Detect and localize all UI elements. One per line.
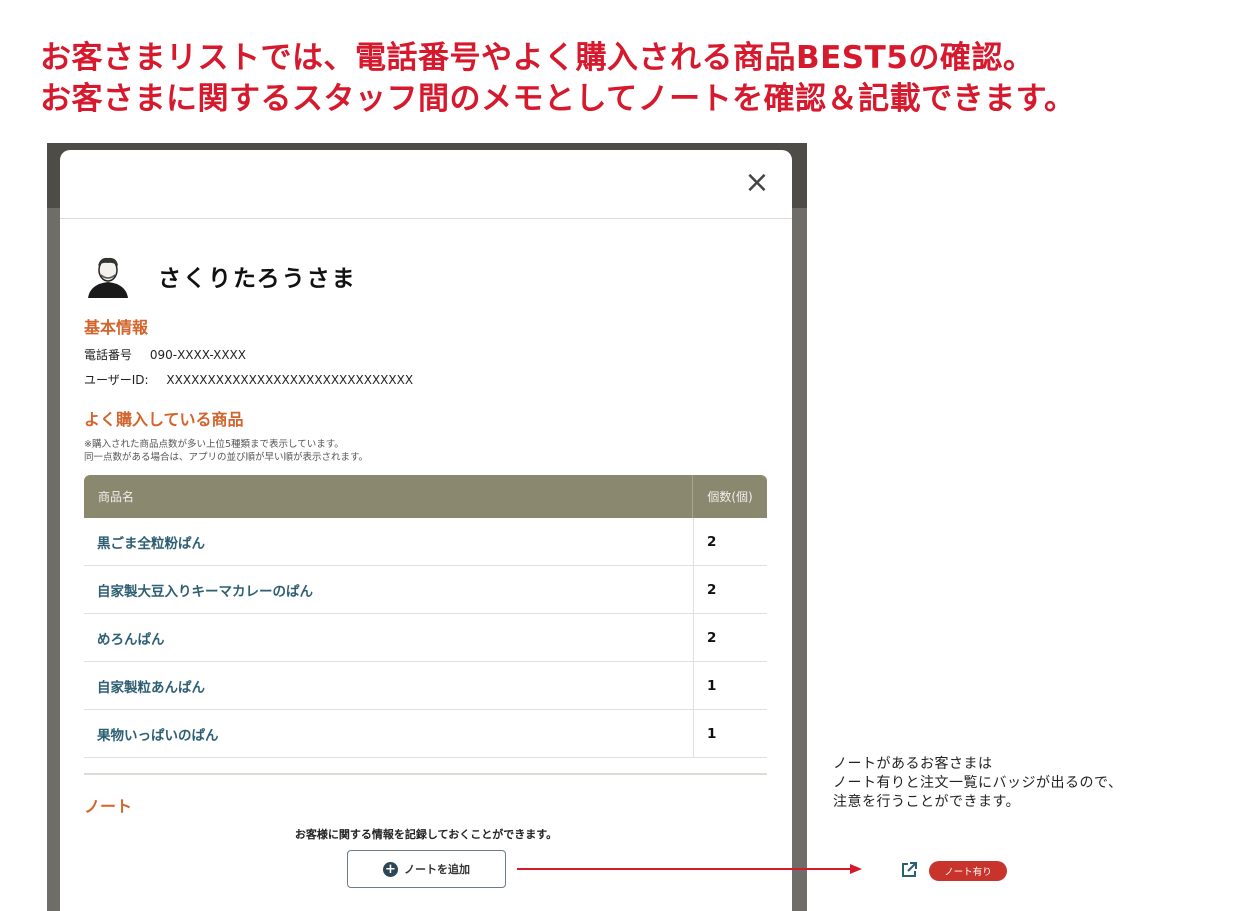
side-line-3: 注意を行うことができます。 — [833, 794, 1021, 810]
customer-profile: さくりたろうさま — [86, 254, 357, 298]
basic-info-title: 基本情報 — [84, 318, 149, 337]
headline-line-2: お客さまに関するスタッフ間のメモとしてノートを確認＆記載できます。 — [40, 81, 1076, 117]
product-name[interactable]: めろんぱん — [84, 628, 693, 648]
product-name[interactable]: 自家製大豆入りキーマカレーのぱん — [84, 580, 693, 600]
plus-circle-icon: + — [383, 861, 398, 877]
avatar — [86, 254, 130, 298]
products-note-line-2: 同一点数がある場合は、アプリの並び順が早い順が表示されます。 — [84, 452, 369, 463]
table-row: めろんぱん 2 — [84, 614, 767, 662]
header-quantity: 個数(個) — [692, 475, 767, 518]
product-name[interactable]: 自家製粒あんぱん — [84, 676, 693, 696]
close-button[interactable]: × — [742, 168, 772, 198]
phone-label: 電話番号 — [84, 348, 133, 362]
product-qty: 2 — [693, 614, 767, 661]
add-note-label: ノートを追加 — [404, 863, 470, 876]
products-table: 商品名 個数(個) 黒ごま全粒粉ぱん 2 自家製大豆入りキーマカレーのぱん 2 … — [84, 475, 767, 758]
table-row: 自家製大豆入りキーマカレーのぱん 2 — [84, 566, 767, 614]
product-qty: 2 — [693, 518, 767, 565]
table-header: 商品名 個数(個) — [84, 475, 767, 518]
product-qty: 1 — [693, 710, 767, 757]
product-name[interactable]: 果物いっぱいのぱん — [84, 724, 693, 744]
note-badge: ノート有り — [929, 861, 1007, 881]
table-row: 自家製粒あんぱん 1 — [84, 662, 767, 710]
modal-header: × — [60, 150, 792, 219]
userid-value: XXXXXXXXXXXXXXXXXXXXXXXXXXXXXX — [166, 373, 414, 387]
table-row: 果物いっぱいのぱん 1 — [84, 710, 767, 758]
customer-name: さくりたろうさま — [158, 266, 357, 292]
headline: お客さまリストでは、電話番号やよく購入される商品BEST5の確認。 お客さまに関… — [40, 38, 1220, 120]
note-description: お客様に関する情報を記録しておくことができます。 — [294, 828, 558, 841]
table-row: 黒ごま全粒粉ぱん 2 — [84, 518, 767, 566]
note-title: ノート — [84, 797, 133, 816]
products-note-line-1: ※購入された商品点数が多い上位5種類まで表示しています。 — [84, 439, 344, 450]
product-qty: 1 — [693, 662, 767, 709]
header-product-name: 商品名 — [98, 490, 135, 504]
headline-line-1: お客さまリストでは、電話番号やよく購入される商品BEST5の確認。 — [40, 40, 1035, 76]
side-explanation: ノートがあるお客さまは ノート有りと注文一覧にバッジが出るので、 注意を行うこと… — [833, 755, 1122, 812]
section-divider — [84, 773, 767, 775]
pointer-arrow-head — [850, 864, 862, 874]
product-qty: 2 — [693, 566, 767, 613]
external-link-icon[interactable] — [900, 861, 918, 879]
userid-row: ユーザーID: XXXXXXXXXXXXXXXXXXXXXXXXXXXXXX — [84, 371, 413, 388]
phone-value: 090-XXXX-XXXX — [149, 348, 246, 362]
add-note-button[interactable]: + ノートを追加 — [347, 850, 506, 888]
customer-detail-modal: × さくりたろうさま 基本情報 電話番号 090-XXXX-XXXX ユーザーI… — [60, 150, 792, 911]
phone-row: 電話番号 090-XXXX-XXXX — [84, 346, 246, 363]
products-title: よく購入している商品 — [84, 410, 244, 429]
product-name[interactable]: 黒ごま全粒粉ぱん — [84, 532, 693, 552]
avatar-icon — [88, 257, 128, 298]
pointer-arrow-line — [517, 868, 852, 870]
userid-label: ユーザーID: — [84, 373, 149, 387]
side-line-1: ノートがあるお客さまは — [833, 756, 993, 772]
side-line-2: ノート有りと注文一覧にバッジが出るので、 — [833, 775, 1123, 791]
products-note: ※購入された商品点数が多い上位5種類まで表示しています。 同一点数がある場合は、… — [84, 438, 368, 464]
